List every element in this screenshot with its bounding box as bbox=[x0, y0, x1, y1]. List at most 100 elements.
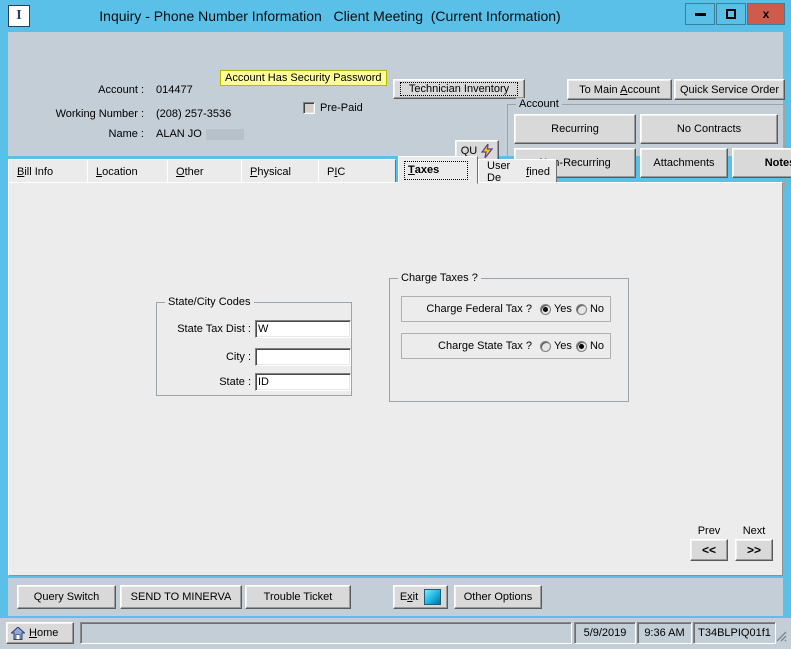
exit-icon bbox=[424, 589, 442, 605]
tab-pic[interactable]: PIC bbox=[318, 159, 396, 184]
tab-location[interactable]: Location bbox=[87, 159, 170, 184]
charge-state-tax-no-label: No bbox=[589, 340, 604, 352]
city-input[interactable] bbox=[255, 348, 351, 366]
status-session-id: T34BLPIQ01f1 bbox=[693, 622, 776, 644]
tab-taxes[interactable]: Taxes bbox=[398, 156, 478, 184]
tab-pic-label: PIC bbox=[327, 165, 346, 178]
next-button[interactable]: >> bbox=[735, 539, 773, 561]
status-bar: Home 5/9/2019 9:36 AM T34BLPIQ01f1 bbox=[0, 618, 791, 649]
charge-federal-tax-label: Charge Federal Tax ? bbox=[426, 303, 532, 315]
query-switch-button[interactable]: Query Switch bbox=[17, 585, 116, 609]
charge-federal-tax-yes-label: Yes bbox=[553, 303, 572, 315]
minimize-button[interactable] bbox=[685, 3, 715, 25]
next-caption: Next bbox=[742, 525, 766, 537]
state-tax-dist-row: State Tax Dist : bbox=[147, 320, 351, 338]
tab-other-label: Other bbox=[176, 165, 204, 178]
charge-state-tax-radio-group: Yes No bbox=[539, 340, 610, 352]
resize-grip-icon[interactable] bbox=[774, 629, 788, 643]
prev-icon: << bbox=[701, 543, 716, 557]
tab-user-defined[interactable]: User De f ined bbox=[478, 159, 557, 184]
tab-bill-info-label: Bill Info bbox=[17, 165, 54, 178]
status-message-field bbox=[80, 622, 572, 644]
charge-state-tax-yes[interactable]: Yes bbox=[539, 340, 572, 352]
next-icon: >> bbox=[746, 543, 761, 557]
quick-service-order-label: Quick Service Order bbox=[679, 83, 780, 96]
charge-federal-tax-no[interactable]: No bbox=[575, 303, 604, 315]
exit-label: Exit bbox=[399, 591, 419, 603]
tab-other[interactable]: Other bbox=[167, 159, 244, 184]
charge-state-tax-label: Charge State Tax ? bbox=[438, 340, 532, 352]
state-label: State : bbox=[219, 376, 251, 388]
prev-button[interactable]: << bbox=[690, 539, 728, 561]
home-button[interactable]: Home bbox=[6, 622, 74, 644]
charge-federal-tax-yes[interactable]: Yes bbox=[539, 303, 572, 315]
other-options-label: Other Options bbox=[463, 591, 533, 603]
send-to-minerva-button[interactable]: SEND TO MINERVA bbox=[120, 585, 242, 609]
no-contracts-label: No Contracts bbox=[676, 123, 742, 135]
quick-service-order-button[interactable]: Quick Service Order bbox=[674, 79, 785, 100]
application-window: I Inquiry - Phone Number Information Cli… bbox=[0, 0, 791, 649]
tab-physical-label: Physical bbox=[250, 165, 291, 178]
header-panel: Account Has Security Password Pre-Paid A… bbox=[8, 32, 791, 188]
working-number-label: Working Number : bbox=[55, 108, 144, 120]
tab-physical[interactable]: Physical bbox=[241, 159, 321, 184]
send-to-minerva-label: SEND TO MINERVA bbox=[130, 591, 232, 603]
state-city-codes-groupbox: State/City Codes State Tax Dist : City :… bbox=[156, 296, 352, 396]
exit-button[interactable]: Exit bbox=[393, 585, 448, 609]
prepaid-checkbox[interactable] bbox=[303, 102, 315, 114]
close-button[interactable]: x bbox=[747, 3, 785, 25]
to-main-account-label: To Main Account bbox=[579, 83, 660, 96]
home-icon bbox=[11, 626, 25, 640]
working-number-value: (208) 257-3536 bbox=[156, 108, 232, 120]
state-tax-dist-input[interactable] bbox=[255, 320, 351, 338]
charge-federal-tax-row: Charge Federal Tax ? Yes No bbox=[401, 296, 611, 322]
city-label: City : bbox=[225, 351, 251, 363]
close-icon: x bbox=[762, 7, 770, 21]
tab-bill-info[interactable]: Bill Info bbox=[8, 159, 90, 184]
no-contracts-button[interactable]: No Contracts bbox=[640, 114, 778, 144]
prepaid-checkbox-row[interactable]: Pre-Paid bbox=[303, 102, 363, 114]
state-tax-dist-label: State Tax Dist : bbox=[177, 323, 251, 335]
to-main-account-button[interactable]: To Main Account bbox=[567, 79, 672, 100]
city-row: City : bbox=[147, 348, 351, 366]
window-title: Inquiry - Phone Number Information Clien… bbox=[99, 8, 561, 24]
security-password-banner: Account Has Security Password bbox=[220, 70, 387, 86]
minimize-icon bbox=[694, 12, 706, 16]
tab-user-defined-label: User De f ined bbox=[487, 159, 550, 184]
home-label: Home bbox=[29, 627, 59, 639]
name-value: ALAN JO bbox=[156, 128, 202, 140]
name-redaction bbox=[206, 129, 244, 140]
radio-federal-no-icon[interactable] bbox=[575, 303, 587, 315]
state-input[interactable] bbox=[255, 373, 351, 391]
recurring-label: Recurring bbox=[551, 123, 599, 135]
charge-state-tax-row: Charge State Tax ? Yes No bbox=[401, 333, 611, 359]
tab-location-label: Location bbox=[96, 165, 138, 178]
title-bar: I Inquiry - Phone Number Information Cli… bbox=[0, 0, 791, 32]
state-city-codes-title: State/City Codes bbox=[165, 296, 254, 308]
account-label: Account : bbox=[98, 84, 144, 96]
radio-state-no-icon[interactable] bbox=[575, 340, 587, 352]
charge-federal-tax-radio-group: Yes No bbox=[539, 303, 610, 315]
radio-state-yes-icon[interactable] bbox=[539, 340, 551, 352]
name-label: Name : bbox=[108, 128, 144, 140]
technician-inventory-label: Technician Inventory bbox=[400, 82, 518, 96]
account-value: 014477 bbox=[156, 84, 193, 96]
tab-strip: Bill Info Location Other Physical PIC Ta… bbox=[8, 156, 783, 184]
status-time: 9:36 AM bbox=[637, 622, 692, 644]
window-controls: x bbox=[684, 3, 785, 25]
trouble-ticket-button[interactable]: Trouble Ticket bbox=[245, 585, 351, 609]
technician-inventory-button[interactable]: Technician Inventory bbox=[393, 79, 525, 99]
query-switch-label: Query Switch bbox=[33, 591, 100, 603]
charge-state-tax-no[interactable]: No bbox=[575, 340, 604, 352]
state-row: State : bbox=[147, 373, 351, 391]
account-groupbox-title: Account bbox=[516, 98, 562, 110]
maximize-button[interactable] bbox=[716, 3, 746, 25]
prepaid-label: Pre-Paid bbox=[320, 102, 363, 114]
other-options-button[interactable]: Other Options bbox=[454, 585, 542, 609]
radio-federal-yes-icon[interactable] bbox=[539, 303, 551, 315]
trouble-ticket-label: Trouble Ticket bbox=[263, 591, 333, 603]
recurring-button[interactable]: Recurring bbox=[514, 114, 636, 144]
tab-taxes-label: Taxes bbox=[404, 160, 468, 180]
charge-federal-tax-no-label: No bbox=[589, 303, 604, 315]
charge-state-tax-yes-label: Yes bbox=[553, 340, 572, 352]
